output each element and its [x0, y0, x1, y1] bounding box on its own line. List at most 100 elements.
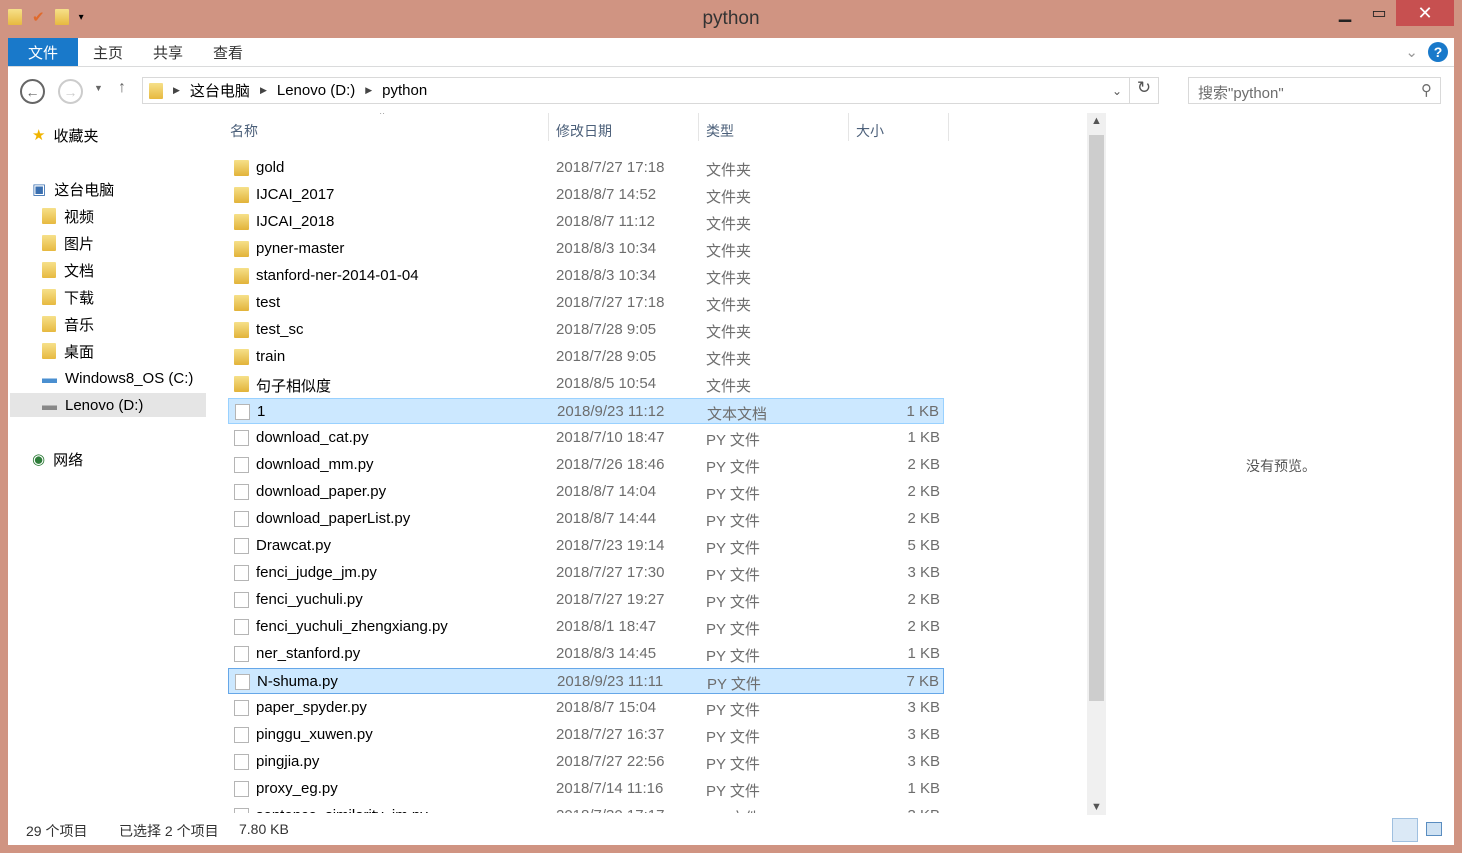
sidebar-item-drive-d[interactable]: ▬ Lenovo (D:)	[10, 393, 206, 417]
column-header-size[interactable]: 大小	[856, 121, 884, 145]
maximize-button[interactable]: ▭	[1362, 0, 1396, 26]
address-bar[interactable]: ▶ 这台电脑 ▶ Lenovo (D:) ▶ python ⌄ ↻	[142, 77, 1159, 104]
sidebar-item-music[interactable]: 音乐	[42, 312, 94, 336]
scrollbar-thumb[interactable]	[1089, 135, 1104, 701]
file-row[interactable]: fenci_judge_jm.py 2018/7/27 17:30 PY 文件 …	[228, 560, 944, 586]
file-row[interactable]: test 2018/7/27 17:18 文件夹	[228, 290, 944, 316]
column-header-type[interactable]: 类型	[706, 121, 734, 145]
breadcrumb-lenovo-d[interactable]: Lenovo (D:)	[277, 82, 355, 99]
file-row[interactable]: 句子相似度 2018/8/5 10:54 文件夹	[228, 371, 944, 397]
file-type: PY 文件	[706, 432, 760, 449]
file-row[interactable]: fenci_yuchuli_zhengxiang.py 2018/8/1 18:…	[228, 614, 944, 640]
sidebar-item-favorites[interactable]: ★ 收藏夹	[32, 123, 98, 147]
file-type: PY 文件	[706, 807, 760, 813]
file-date: 2018/8/7 11:12	[556, 213, 655, 230]
file-type: 文件夹	[706, 270, 752, 287]
folder-icon	[234, 268, 249, 284]
file-row[interactable]: pyner-master 2018/8/3 10:34 文件夹	[228, 236, 944, 262]
column-divider[interactable]	[848, 113, 849, 141]
column-header-name[interactable]: 名称	[230, 121, 258, 145]
tab-view[interactable]: 查看	[198, 38, 258, 66]
sidebar-item-this-pc[interactable]: ▣ 这台电脑	[32, 177, 114, 201]
file-row[interactable]: IJCAI_2017 2018/8/7 14:52 文件夹	[228, 182, 944, 208]
details-view-button[interactable]	[1392, 818, 1418, 842]
file-type: PY 文件	[706, 513, 760, 530]
file-row[interactable]: IJCAI_2018 2018/8/7 11:12 文件夹	[228, 209, 944, 235]
refresh-icon[interactable]: ↻	[1129, 78, 1158, 103]
file-row[interactable]: ner_stanford.py 2018/8/3 14:45 PY 文件 1 K…	[228, 641, 944, 667]
file-size: 3 KB	[907, 807, 940, 813]
tab-home[interactable]: 主页	[78, 38, 138, 66]
column-divider[interactable]	[698, 113, 699, 141]
file-row[interactable]: train 2018/7/28 9:05 文件夹	[228, 344, 944, 370]
large-icons-view-button[interactable]	[1426, 822, 1442, 836]
file-row[interactable]: pingjia.py 2018/7/27 22:56 PY 文件 3 KB	[228, 749, 944, 775]
sidebar-item-videos[interactable]: 视频	[42, 204, 94, 228]
sidebar-item-drive-c[interactable]: ▬ Windows8_OS (C:)	[42, 366, 193, 390]
file-date: 2018/7/27 19:27	[556, 591, 665, 608]
breadcrumb-python[interactable]: python	[382, 82, 427, 99]
file-type: PY 文件	[707, 676, 761, 693]
file-type: 文件夹	[706, 162, 752, 179]
address-dropdown-icon[interactable]: ⌄	[1112, 84, 1122, 98]
sidebar-item-documents[interactable]: 文档	[42, 258, 94, 282]
expand-ribbon-icon[interactable]: ⌄	[1405, 43, 1418, 61]
scroll-up-icon[interactable]: ▲	[1087, 115, 1106, 127]
breadcrumb-arrow-icon[interactable]: ▶	[173, 85, 180, 96]
forward-button[interactable]: →	[58, 79, 83, 104]
file-row[interactable]: download_mm.py 2018/7/26 18:46 PY 文件 2 K…	[228, 452, 944, 478]
file-size: 1 KB	[907, 645, 940, 662]
column-divider[interactable]	[548, 113, 549, 141]
file-row[interactable]: proxy_eg.py 2018/7/14 11:16 PY 文件 1 KB	[228, 776, 944, 802]
column-divider[interactable]	[948, 113, 949, 141]
sidebar-label: 桌面	[64, 343, 95, 361]
file-row[interactable]: Drawcat.py 2018/7/23 19:14 PY 文件 5 KB	[228, 533, 944, 559]
up-button[interactable]: ↑	[118, 79, 126, 97]
breadcrumb-arrow-icon[interactable]: ▶	[365, 85, 372, 96]
file-row[interactable]: download_paperList.py 2018/8/7 14:44 PY …	[228, 506, 944, 532]
file-row[interactable]: test_sc 2018/7/28 9:05 文件夹	[228, 317, 944, 343]
file-row[interactable]: download_paper.py 2018/8/7 14:04 PY 文件 2…	[228, 479, 944, 505]
help-icon[interactable]: ?	[1428, 42, 1448, 62]
sidebar-item-desktop[interactable]: 桌面	[42, 339, 94, 363]
folder-icon	[234, 322, 249, 338]
file-date: 2018/7/27 16:37	[556, 726, 665, 743]
vertical-scrollbar[interactable]: ▲ ▼	[1087, 113, 1106, 815]
file-row[interactable]: 1 2018/9/23 11:12 文本文档 1 KB	[228, 398, 944, 424]
file-row[interactable]: download_cat.py 2018/7/10 18:47 PY 文件 1 …	[228, 425, 944, 451]
breadcrumb-arrow-icon[interactable]: ▶	[260, 85, 267, 96]
back-button[interactable]: ←	[20, 79, 45, 104]
recent-locations-button[interactable]: ▼	[94, 83, 103, 93]
close-button[interactable]: ✕	[1396, 0, 1454, 26]
title-bar: ✔ ▾ python ▁ ▭ ✕	[0, 0, 1462, 38]
file-size: 3 KB	[907, 699, 940, 716]
column-header-date[interactable]: 修改日期	[556, 121, 612, 145]
sidebar-item-pictures[interactable]: 图片	[42, 231, 94, 255]
scroll-down-icon[interactable]: ▼	[1087, 801, 1106, 813]
file-row[interactable]: fenci_yuchuli.py 2018/7/27 19:27 PY 文件 2…	[228, 587, 944, 613]
tab-share[interactable]: 共享	[138, 38, 198, 66]
file-row[interactable]: sentence_similarity_jm.py 2018/7/30 17:1…	[228, 803, 944, 813]
file-row[interactable]: gold 2018/7/27 17:18 文件夹	[228, 155, 944, 181]
file-type: 文件夹	[706, 297, 752, 314]
file-type: PY 文件	[706, 702, 760, 719]
item-count: 29 个项目	[26, 823, 88, 839]
sidebar-item-downloads[interactable]: 下载	[42, 285, 94, 309]
tab-file[interactable]: 文件	[8, 38, 78, 66]
file-name: IJCAI_2018	[256, 213, 335, 230]
minimize-button[interactable]: ▁	[1328, 0, 1362, 26]
sidebar-item-network[interactable]: ◉ 网络	[32, 447, 83, 471]
breadcrumb-this-pc[interactable]: 这台电脑	[190, 80, 250, 101]
file-row[interactable]: stanford-ner-2014-01-04 2018/8/3 10:34 文…	[228, 263, 944, 289]
window-title: python	[702, 8, 760, 29]
file-date: 2018/7/27 22:56	[556, 753, 665, 770]
file-row[interactable]: N-shuma.py 2018/9/23 11:11 PY 文件 7 KB	[228, 668, 944, 694]
file-name: pyner-master	[256, 240, 345, 257]
search-input[interactable]: 搜索"python" ⚲	[1188, 77, 1441, 104]
folder-icon	[234, 214, 249, 230]
file-row[interactable]: paper_spyder.py 2018/8/7 15:04 PY 文件 3 K…	[228, 695, 944, 721]
file-row[interactable]: pinggu_xuwen.py 2018/7/27 16:37 PY 文件 3 …	[228, 722, 944, 748]
file-icon	[235, 404, 250, 420]
file-type: 文件夹	[706, 243, 752, 260]
search-icon[interactable]: ⚲	[1421, 81, 1432, 99]
